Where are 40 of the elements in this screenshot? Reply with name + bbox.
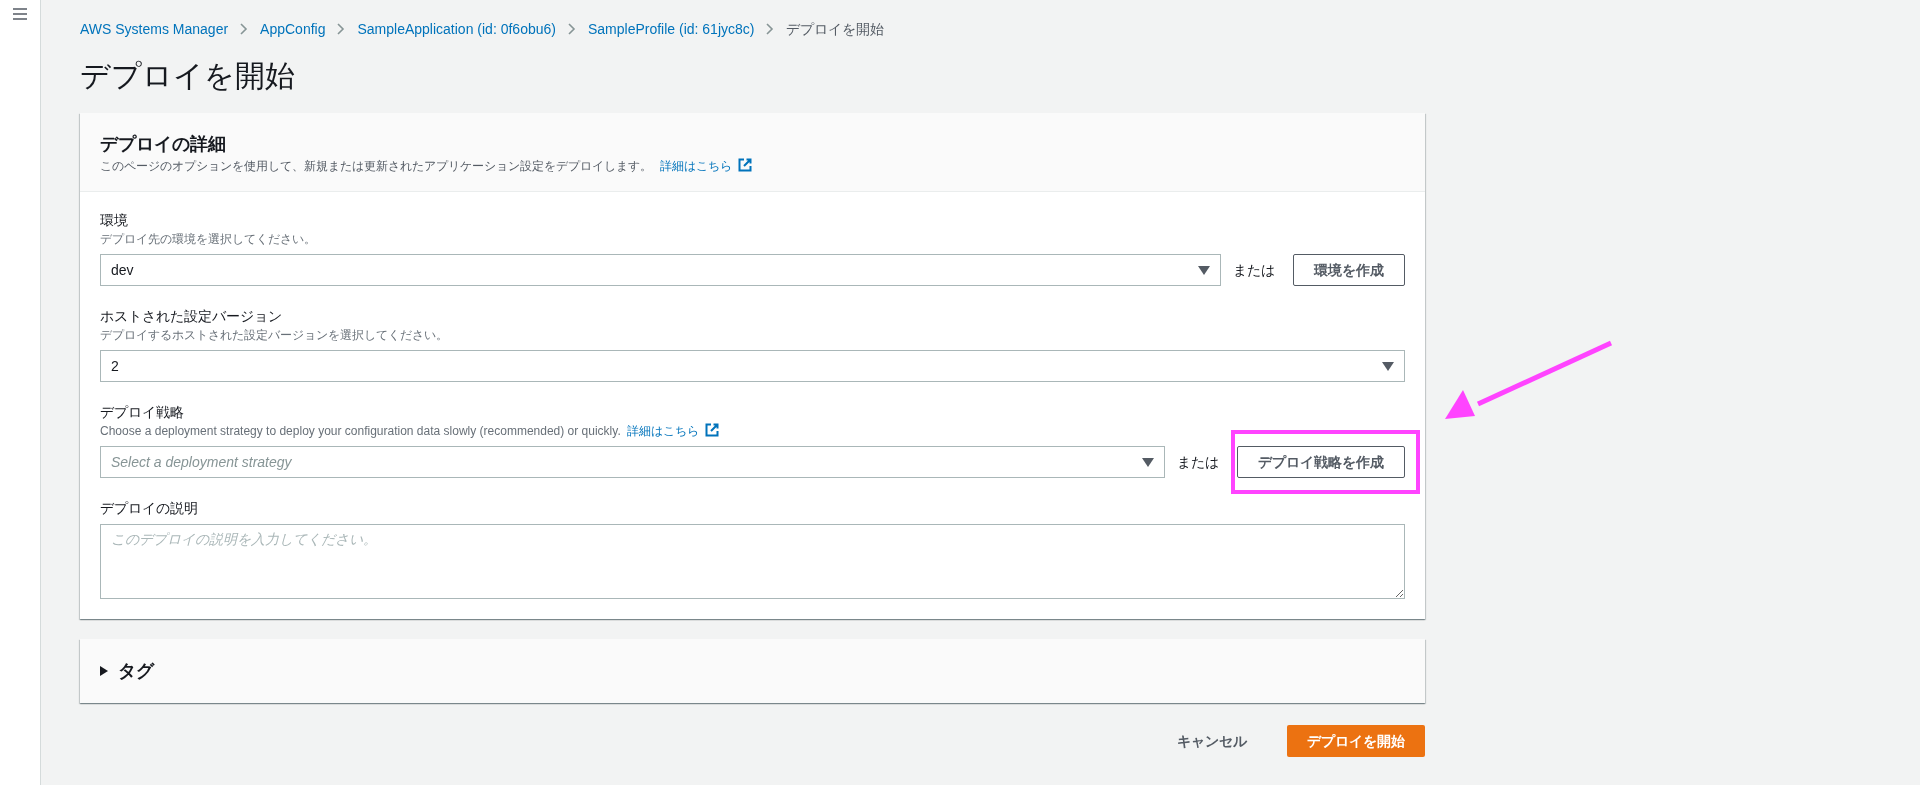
chevron-icon xyxy=(567,23,576,35)
caret-icon xyxy=(1382,361,1394,371)
learn-more-link[interactable]: 詳細はこちら xyxy=(626,424,719,438)
or-label: または xyxy=(1232,260,1276,280)
menu-icon[interactable] xyxy=(13,8,27,20)
cancel-button[interactable]: キャンセル xyxy=(1161,725,1263,757)
chevron-icon xyxy=(337,23,346,35)
external-link-icon xyxy=(738,158,752,172)
tags-section[interactable]: タグ xyxy=(80,639,1425,703)
select-field[interactable]: dev xyxy=(100,254,1221,286)
field-label: デプロイの説明 xyxy=(100,499,199,518)
breadcrumb-link[interactable]: AppConfig xyxy=(260,18,326,40)
learn-more-link[interactable]: 詳細はこちら xyxy=(660,159,752,173)
field-label: 環境 xyxy=(100,211,129,230)
or-label: または xyxy=(1176,452,1220,472)
caret-icon xyxy=(1198,265,1210,275)
card-title: デプロイの詳細 xyxy=(100,133,227,156)
caret-icon xyxy=(1142,457,1154,467)
field-description: デプロイするホストされた設定バージョンを選択してください。 xyxy=(100,328,448,342)
chevron-icon xyxy=(240,23,249,35)
chevron-icon xyxy=(766,23,775,35)
breadcrumb-link[interactable]: AWS Systems Manager xyxy=(80,18,229,40)
create-button[interactable]: 環境を作成 xyxy=(1293,254,1405,286)
breadcrumb-link[interactable]: SampleProfile (id: 61jyc8c) xyxy=(587,18,755,40)
breadcrumb-link[interactable]: デプロイを開始 xyxy=(786,18,885,40)
page-title: デプロイを開始 xyxy=(80,58,296,94)
field-label: ホストされた設定バージョン xyxy=(100,307,283,326)
select-field[interactable]: Select a deployment strategy xyxy=(100,446,1165,478)
breadcrumb-link[interactable]: SampleApplication (id: 0f6obu6) xyxy=(357,18,556,40)
section-title: タグ xyxy=(118,659,154,683)
description-textarea[interactable]: このデプロイの説明を入力してください。 xyxy=(100,524,1405,599)
field-label: デプロイ戦略 xyxy=(100,403,185,422)
create-button[interactable]: デプロイ戦略を作成 xyxy=(1237,446,1405,478)
card-description: このページのオプションを使用して、新規または更新されたアプリケーション設定をデプロイします。 xyxy=(100,159,652,173)
expand-triangle-icon xyxy=(100,666,108,676)
external-link-icon xyxy=(704,423,719,437)
field-description: Choose a deployment strategy to deploy your configuration data slowly (recommended) or quickly. xyxy=(100,424,621,438)
start-deploy-button[interactable]: デプロイを開始 xyxy=(1287,725,1425,757)
select-field[interactable]: 2 xyxy=(100,350,1405,382)
field-description: デプロイ先の環境を選択してください。 xyxy=(100,232,316,246)
